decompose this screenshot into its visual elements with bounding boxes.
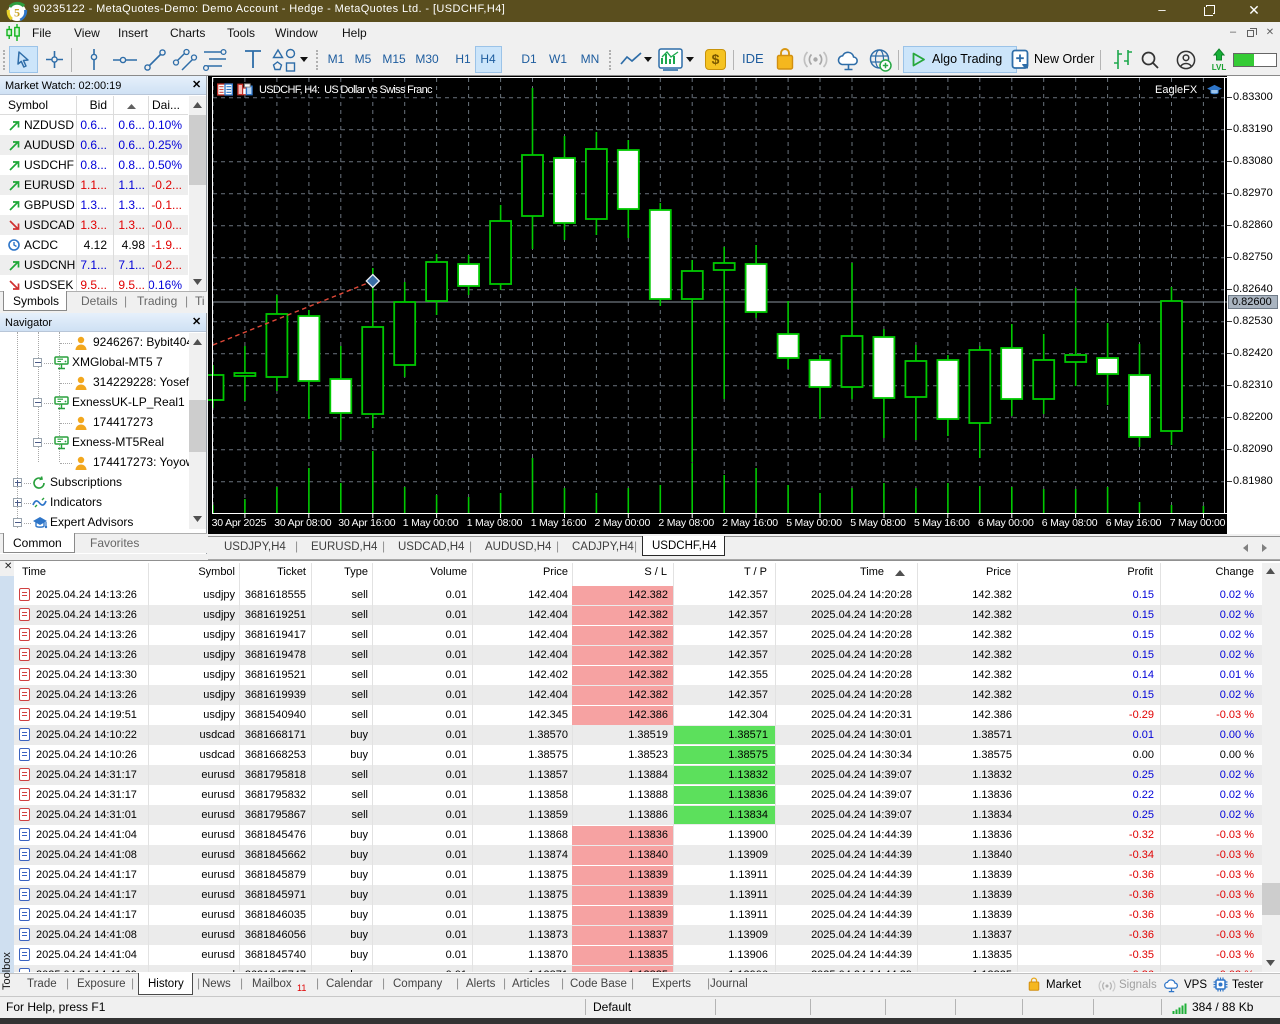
svg-text:5: 5 <box>14 6 20 20</box>
svg-text:LVL: LVL <box>1212 63 1227 72</box>
